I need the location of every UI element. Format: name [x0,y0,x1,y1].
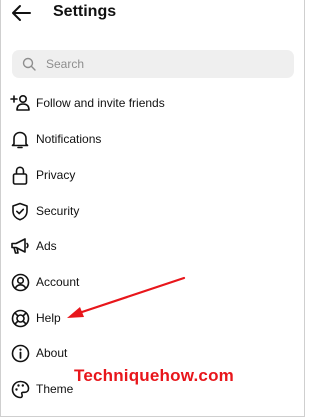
settings-screen: Settings Search Follow and invite friend… [0,0,305,417]
lifebuoy-icon [10,308,30,328]
menu-item-label: About [36,346,68,360]
arrow-left-icon [12,5,31,21]
bell-icon [10,129,30,149]
menu-item-notifications[interactable]: Notifications [1,122,301,156]
menu-item-label: Security [36,204,80,218]
account-circle-icon [10,272,30,292]
menu-item-label: Theme [36,382,74,396]
add-person-icon [10,93,30,113]
search-icon [22,57,36,71]
header: Settings [1,0,306,30]
palette-icon [10,379,30,399]
menu-item-label: Notifications [36,132,102,146]
info-icon [10,343,30,363]
search-input[interactable]: Search [12,50,294,78]
menu-item-label: Ads [36,239,57,253]
menu-item-label: Account [36,275,80,289]
menu-item-security[interactable]: Security [1,194,301,228]
menu-item-about[interactable]: About [1,336,301,370]
lock-icon [10,165,30,185]
megaphone-icon [10,236,30,256]
menu-item-ads[interactable]: Ads [1,229,301,263]
page-title: Settings [53,3,117,20]
menu-item-privacy[interactable]: Privacy [1,158,301,192]
menu-item-account[interactable]: Account [1,265,301,299]
watermark-text: Techniquehow.com [74,366,234,385]
menu-item-label: Help [36,311,61,325]
menu-item-label: Privacy [36,168,76,182]
menu-item-help[interactable]: Help [1,301,301,335]
back-button[interactable] [10,2,32,24]
menu-item-follow-invite[interactable]: Follow and invite friends [1,86,301,120]
shield-check-icon [10,201,30,221]
menu-item-label: Follow and invite friends [36,96,165,110]
search-placeholder: Search [46,57,85,71]
